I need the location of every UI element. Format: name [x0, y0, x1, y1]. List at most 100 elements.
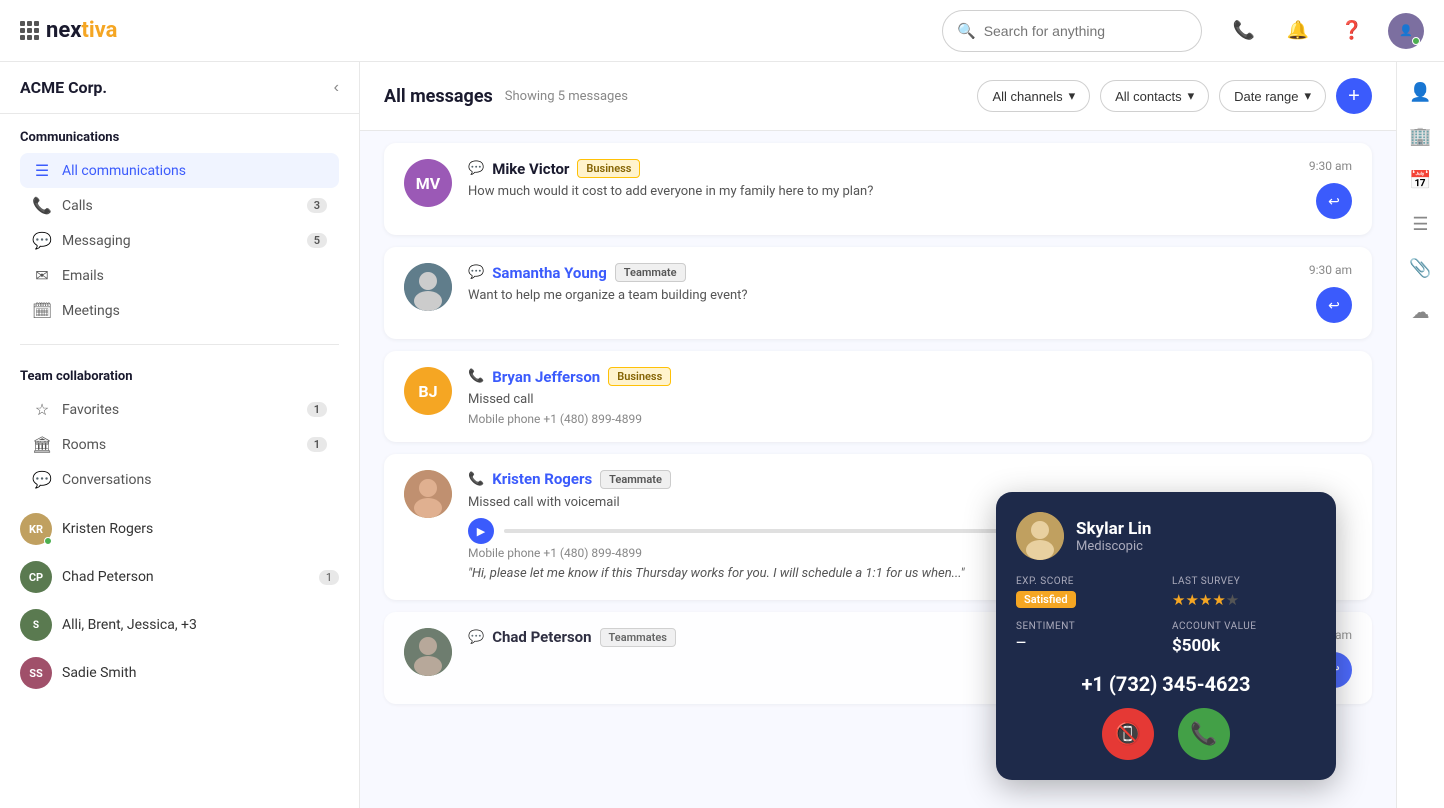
date-range-filter[interactable]: Date range ▾ — [1219, 80, 1326, 112]
calls-badge: 3 — [307, 198, 327, 213]
call-number: +1 (732) 345-4623 — [1016, 672, 1316, 696]
samantha-photo — [404, 263, 452, 311]
msg-avatar-sy — [404, 263, 452, 311]
nav-item-calls[interactable]: 📞 Calls 3 — [20, 188, 339, 223]
cloud-icon-button[interactable]: ☁ — [1403, 294, 1439, 330]
msg-header: 📞 Kristen Rogers Teammate — [468, 470, 1336, 489]
call-info: Skylar Lin Mediscopic — [1076, 519, 1151, 554]
end-call-button[interactable]: 📵 — [1102, 708, 1154, 760]
msg-body: 📞 Bryan Jefferson Business Missed call M… — [468, 367, 1336, 426]
msg-name: Kristen Rogers — [492, 470, 592, 488]
right-icon-strip: 👤 🏢 📅 ☰ 📎 ☁ — [1396, 62, 1444, 808]
play-button[interactable]: ▶ — [468, 518, 494, 544]
attachment-icon-button[interactable]: 📎 — [1403, 250, 1439, 286]
help-icon-button[interactable]: ❓ — [1334, 13, 1370, 49]
nav-item-all-communications[interactable]: ☰ All communications — [20, 153, 339, 188]
conv-item-sadie[interactable]: SS Sadie Smith — [12, 649, 347, 697]
main-area-wrapper: All messages Showing 5 messages All chan… — [360, 62, 1396, 808]
sidebar-header: ACME Corp. ‹ — [0, 62, 359, 114]
building-icon-button[interactable]: 🏢 — [1403, 118, 1439, 154]
stars-rating: ★★★★★ — [1172, 591, 1316, 609]
collapse-button[interactable]: ‹ — [334, 79, 339, 97]
bell-icon-button[interactable]: 🔔 — [1280, 13, 1316, 49]
channel-icon-chat: 💬 — [468, 630, 484, 645]
conv-badge: 1 — [319, 570, 339, 585]
nav-item-emails[interactable]: ✉ Emails — [20, 258, 339, 293]
logo: nextiva — [20, 18, 117, 43]
reply-button[interactable]: ↩ — [1316, 183, 1352, 219]
call-stats: EXP. SCORE Satisfied LAST SURVEY ★★★★★ S… — [1016, 576, 1316, 656]
nav-item-label: Meetings — [62, 303, 327, 319]
msg-badge-business: Business — [577, 159, 640, 178]
logo-text: nextiva — [46, 18, 117, 43]
chevron-down-icon: ▾ — [1304, 88, 1311, 104]
emails-icon: ✉ — [32, 266, 52, 285]
online-dot — [44, 537, 52, 545]
sentiment-block: SENTIMENT — — [1016, 621, 1160, 656]
online-status-dot — [1412, 37, 1420, 45]
divider — [20, 344, 339, 345]
msg-badge-teammate: Teammate — [615, 263, 686, 282]
channel-icon-phone: 📞 — [468, 472, 484, 487]
nav-item-messaging[interactable]: 💬 Messaging 5 — [20, 223, 339, 258]
reply-button[interactable]: ↩ — [1316, 287, 1352, 323]
conv-item-kristen[interactable]: KR Kristen Rogers — [12, 505, 347, 553]
account-value-block: ACCOUNT VALUE $500k — [1172, 621, 1316, 656]
nav-item-meetings[interactable]: 🗓 Meetings — [20, 293, 339, 328]
msg-time: 9:30 am — [1309, 263, 1352, 277]
satisfied-badge: Satisfied — [1016, 591, 1076, 608]
contact-icon-button[interactable]: 👤 — [1403, 74, 1439, 110]
call-card: Skylar Lin Mediscopic EXP. SCORE Satisfi… — [996, 492, 1336, 780]
search-bar[interactable]: 🔍 — [942, 10, 1202, 52]
filter-label: All contacts — [1115, 89, 1181, 104]
message-card-samantha-young[interactable]: 💬 Samantha Young Teammate Want to help m… — [384, 247, 1372, 339]
message-card-mike-victor[interactable]: MV 💬 Mike Victor Business How much would… — [384, 143, 1372, 235]
msg-meta: 9:30 am ↩ — [1309, 159, 1352, 219]
rooms-badge: 1 — [307, 437, 327, 452]
nav-item-favorites[interactable]: ☆ Favorites 1 — [20, 392, 339, 427]
favorites-badge: 1 — [307, 402, 327, 417]
nav-icons: 📞 🔔 ❓ 👤 — [1226, 13, 1424, 49]
calendar-icon-button[interactable]: 📅 — [1403, 162, 1439, 198]
msg-body: 💬 Samantha Young Teammate Want to help m… — [468, 263, 1293, 306]
list-icon-button[interactable]: ☰ — [1403, 206, 1439, 242]
all-channels-filter[interactable]: All channels ▾ — [977, 80, 1090, 112]
msg-name: Samantha Young — [492, 264, 607, 282]
main-header: All messages Showing 5 messages All chan… — [360, 62, 1396, 131]
exp-score-value: Satisfied — [1016, 591, 1160, 608]
msg-name: Mike Victor — [492, 160, 569, 178]
communications-label: Communications — [20, 130, 339, 145]
conv-avatar-kristen: KR — [20, 513, 52, 545]
conv-item-alli-group[interactable]: S Alli, Brent, Jessica, +3 — [12, 601, 347, 649]
nav-item-label: Messaging — [62, 233, 297, 249]
meetings-icon: 🗓 — [32, 301, 52, 320]
kristen-photo — [404, 470, 452, 518]
add-button[interactable]: + — [1336, 78, 1372, 114]
conv-item-chad[interactable]: CP Chad Peterson 1 — [12, 553, 347, 601]
exp-score-block: EXP. SCORE Satisfied — [1016, 576, 1160, 609]
all-comms-icon: ☰ — [32, 161, 52, 180]
filter-label: All channels — [992, 89, 1062, 104]
rooms-icon: 🏛 — [32, 435, 52, 454]
exp-score-label: EXP. SCORE — [1016, 576, 1160, 587]
chad-photo — [404, 628, 452, 676]
user-avatar[interactable]: 👤 — [1388, 13, 1424, 49]
call-avatar — [1016, 512, 1064, 560]
message-card-bryan-jefferson[interactable]: BJ 📞 Bryan Jefferson Business Missed cal… — [384, 351, 1372, 442]
last-survey-label: LAST SURVEY — [1172, 576, 1316, 587]
nav-item-rooms[interactable]: 🏛 Rooms 1 — [20, 427, 339, 462]
search-input[interactable] — [984, 23, 1187, 39]
msg-meta: 9:30 am ↩ — [1309, 263, 1352, 323]
msg-avatar-mv: MV — [404, 159, 452, 207]
answer-call-button[interactable]: 📞 — [1178, 708, 1230, 760]
nav-item-conversations[interactable]: 💬 Conversations — [20, 462, 339, 497]
grid-icon[interactable] — [20, 21, 38, 40]
msg-badge-teammate: Teammate — [600, 470, 671, 489]
filter-label: Date range — [1234, 89, 1298, 104]
msg-sub: Mobile phone +1 (480) 899-4899 — [468, 412, 1336, 426]
all-contacts-filter[interactable]: All contacts ▾ — [1100, 80, 1209, 112]
msg-text: Want to help me organize a team building… — [468, 286, 1293, 306]
phone-icon-button[interactable]: 📞 — [1226, 13, 1262, 49]
conv-avatar-alli: S — [20, 609, 52, 641]
msg-name: Chad Peterson — [492, 628, 591, 646]
